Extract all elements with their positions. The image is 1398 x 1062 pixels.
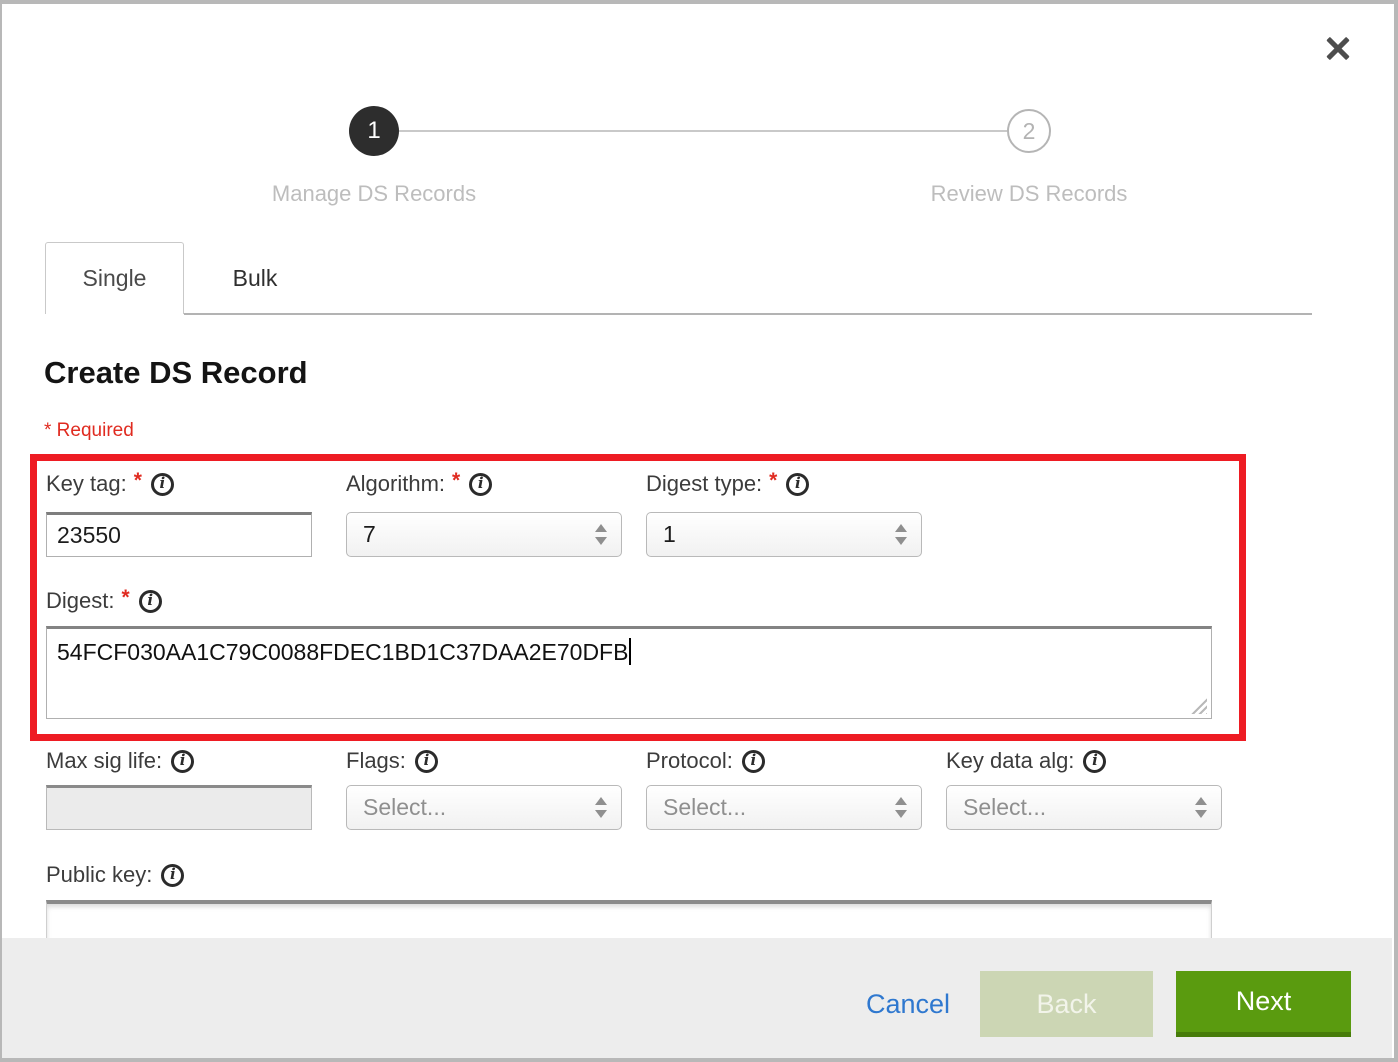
modal-footer: Cancel Back Next (2, 938, 1392, 1058)
required-asterisk: * (769, 469, 777, 493)
key-data-alg-label-text: Key data alg: (946, 748, 1074, 774)
digest-label-text: Digest: (46, 588, 114, 614)
text-cursor (629, 638, 631, 665)
step-2-circle: 2 (1007, 109, 1051, 153)
key-tag-label-text: Key tag: (46, 471, 127, 497)
protocol-label: Protocol: (646, 748, 765, 774)
tab-single[interactable]: Single (45, 242, 184, 314)
info-icon[interactable] (786, 473, 809, 496)
algorithm-label-text: Algorithm: (346, 471, 445, 497)
flags-placeholder: Select... (363, 794, 446, 821)
select-arrows-icon (595, 524, 607, 545)
flags-label-text: Flags: (346, 748, 406, 774)
digest-textarea[interactable]: 54FCF030AA1C79C0088FDEC1BD1C37DAA2E70DFB (46, 626, 1212, 719)
digest-type-label-text: Digest type: (646, 471, 762, 497)
page-title: Create DS Record (44, 355, 308, 391)
key-tag-value: 23550 (57, 522, 121, 549)
digest-type-select[interactable]: 1 (646, 512, 922, 557)
select-arrows-icon (1195, 797, 1207, 818)
info-icon[interactable] (415, 750, 438, 773)
cancel-button[interactable]: Cancel (860, 971, 956, 1037)
key-tag-label: Key tag: * (46, 471, 174, 497)
close-icon[interactable] (1322, 32, 1354, 64)
select-arrows-icon (895, 524, 907, 545)
info-icon[interactable] (161, 864, 184, 887)
max-sig-life-label-text: Max sig life: (46, 748, 162, 774)
info-icon[interactable] (469, 473, 492, 496)
max-sig-life-label: Max sig life: (46, 748, 194, 774)
create-ds-record-modal: 1 2 Manage DS Records Review DS Records … (0, 0, 1398, 1062)
flags-select[interactable]: Select... (346, 785, 622, 830)
public-key-label: Public key: (46, 862, 184, 888)
flags-label: Flags: (346, 748, 438, 774)
digest-value: 54FCF030AA1C79C0088FDEC1BD1C37DAA2E70DFB (57, 639, 628, 665)
key-tag-input[interactable]: 23550 (46, 512, 312, 557)
back-button[interactable]: Back (980, 971, 1153, 1037)
info-icon[interactable] (1083, 750, 1106, 773)
max-sig-life-input[interactable] (46, 785, 312, 830)
algorithm-label: Algorithm: * (346, 471, 492, 497)
tab-bottom-rule (184, 313, 1312, 315)
required-asterisk: * (121, 586, 129, 610)
public-key-label-text: Public key: (46, 862, 152, 888)
stepper-connector-line (399, 130, 1007, 132)
public-key-textarea[interactable] (46, 900, 1212, 942)
select-arrows-icon (595, 797, 607, 818)
algorithm-select[interactable]: 7 (346, 512, 622, 557)
required-note: * Required (44, 420, 134, 442)
digest-label: Digest: * (46, 588, 162, 614)
key-data-alg-label: Key data alg: (946, 748, 1106, 774)
required-asterisk: * (134, 469, 142, 493)
algorithm-selected-value: 7 (363, 521, 376, 548)
info-icon[interactable] (139, 590, 162, 613)
key-data-alg-placeholder: Select... (963, 794, 1046, 821)
step-2-label: Review DS Records (931, 181, 1128, 207)
key-data-alg-select[interactable]: Select... (946, 785, 1222, 830)
info-icon[interactable] (151, 473, 174, 496)
next-button[interactable]: Next (1176, 971, 1351, 1037)
resize-handle-icon[interactable] (1190, 697, 1207, 714)
protocol-select[interactable]: Select... (646, 785, 922, 830)
select-arrows-icon (895, 797, 907, 818)
step-1-circle: 1 (349, 106, 399, 156)
info-icon[interactable] (742, 750, 765, 773)
required-asterisk: * (452, 469, 460, 493)
tab-bulk[interactable]: Bulk (184, 242, 326, 314)
step-1-label: Manage DS Records (272, 181, 476, 207)
digest-type-label: Digest type: * (646, 471, 809, 497)
protocol-label-text: Protocol: (646, 748, 733, 774)
info-icon[interactable] (171, 750, 194, 773)
protocol-placeholder: Select... (663, 794, 746, 821)
digest-type-selected-value: 1 (663, 521, 676, 548)
